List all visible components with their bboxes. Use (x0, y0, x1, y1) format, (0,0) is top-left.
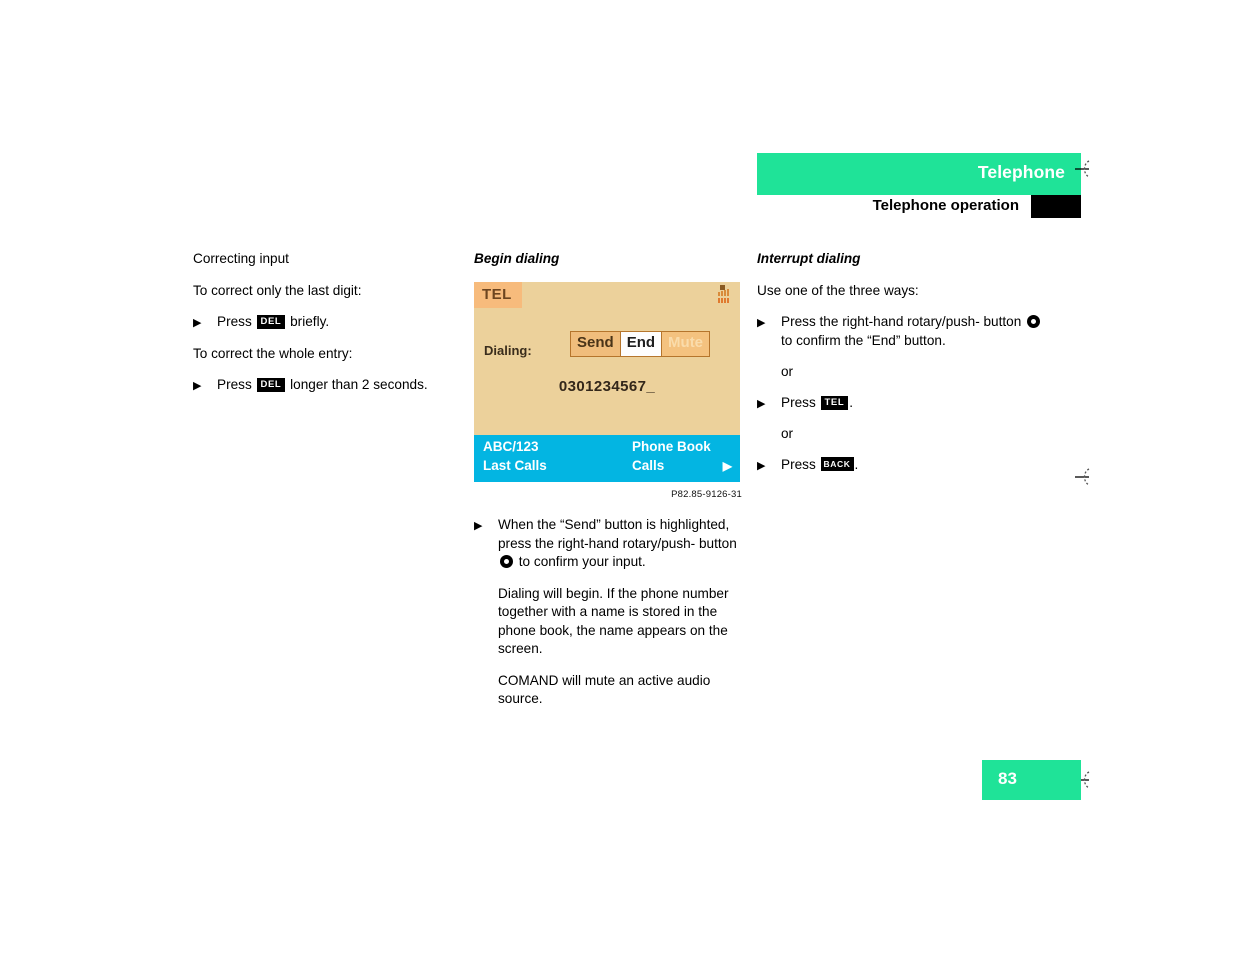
bullet-arrow-icon: ▶ (757, 459, 766, 472)
comand-send-button[interactable]: Send (571, 331, 621, 356)
del-keycap: DEL (256, 315, 286, 329)
right-or-2: or (781, 426, 794, 441)
scissors-cut-mark-icon (1073, 155, 1101, 183)
bullet-arrow-icon: ▶ (193, 380, 202, 392)
center-step-1-line-1: When the “Send” button is highlighted, (498, 517, 730, 532)
left-step-1-suffix: briefly. (290, 314, 330, 329)
center-column-heading: Begin dialing (474, 251, 560, 266)
right-step-1-line-2-suffix: to confirm the “End” button. (781, 332, 946, 348)
center-step-1-line-3-prefix: button (699, 535, 737, 551)
page-number-box: 83 (982, 760, 1081, 800)
section-title: Telephone operation (872, 197, 1019, 214)
left-step-2-prefix: Press (217, 377, 252, 392)
right-step-2-prefix: Press (781, 394, 816, 410)
left-intro-1: To correct only the last digit: (193, 282, 362, 298)
right-step-2-suffix: . (849, 394, 854, 410)
page-number: 83 (998, 769, 1017, 788)
center-step-1-line-2: press the right-hand rotary/push- (498, 535, 696, 551)
section-header-row: Telephone operation (757, 195, 1081, 218)
right-or-1: or (781, 364, 794, 379)
bullet-arrow-icon: ▶ (757, 317, 766, 329)
left-step-2-suffix: longer than 2 seconds. (290, 377, 428, 392)
left-step-2: ▶ Press DEL longer than 2 seconds. (193, 376, 461, 395)
rotary-push-knob-icon (500, 555, 513, 568)
section-thumb-index-tab (1031, 195, 1081, 218)
right-step-1-line-2-prefix: button (983, 314, 1022, 329)
comand-menu-phone-book[interactable]: Phone Book (632, 438, 711, 457)
left-step-1-prefix: Press (217, 314, 252, 329)
left-column-heading: Correcting input (193, 251, 289, 266)
tel-keycap: TEL (820, 395, 849, 410)
left-step-1: ▶ Press DEL briefly. (193, 313, 461, 332)
comand-bottom-menu-bar: ABC/123 Last Calls Phone Book Calls ▶ (474, 434, 740, 482)
right-step-3-prefix: Press (781, 456, 816, 472)
right-step-1-line-1: Press the right-hand rotary/push- (781, 314, 980, 329)
comand-dialing-label: Dialing: (484, 342, 532, 358)
comand-menu-calls[interactable]: Calls (632, 457, 664, 476)
right-intro: Use one of the three ways: (757, 282, 919, 298)
signal-strength-icon (716, 284, 732, 305)
comand-mute-button[interactable]: Mute (662, 331, 710, 356)
comand-dialed-number: 0301234567_ (558, 377, 656, 395)
left-intro-2: To correct the whole entry: (193, 345, 353, 361)
center-step-1: ▶ When the “Send” button is highlighted,… (474, 516, 742, 572)
comand-menu-next-arrow-icon[interactable]: ▶ (723, 457, 732, 476)
center-step-1-line-3-suffix: to confirm your input. (518, 554, 646, 569)
bullet-arrow-icon: ▶ (757, 397, 766, 410)
rotary-push-knob-icon (1027, 315, 1041, 328)
chapter-header-bar: Telephone (757, 153, 1081, 195)
right-step-3-suffix: . (854, 456, 859, 472)
comand-tel-label: TEL (482, 285, 512, 303)
comand-menu-abc123[interactable]: ABC/123 (483, 438, 539, 457)
comand-call-button-group: Send End Mute (570, 330, 711, 357)
center-text-column: Begin dialing TEL Dialing: Send End Mute… (474, 250, 742, 722)
right-column-heading: Interrupt dialing (757, 251, 861, 266)
right-text-column: Interrupt dialing Use one of the three w… (757, 250, 1047, 487)
del-keycap: DEL (256, 378, 286, 392)
right-step-3: ▶ Press BACK. (757, 456, 1047, 475)
scissors-cut-mark-icon (1073, 463, 1101, 491)
comand-menu-last-calls[interactable]: Last Calls (483, 457, 547, 476)
bullet-arrow-icon: ▶ (193, 317, 202, 329)
back-keycap: BACK (820, 456, 854, 471)
comand-display-figure: TEL Dialing: Send End Mute 0301234567_ A… (474, 281, 740, 482)
right-step-1: ▶ Press the right-hand rotary/push- butt… (757, 313, 1047, 350)
comand-end-button[interactable]: End (620, 331, 663, 356)
center-paragraph-2: COMAND will mute an active audio source. (498, 672, 711, 707)
bullet-arrow-icon: ▶ (474, 520, 483, 532)
comand-screen-main-area: TEL Dialing: Send End Mute 0301234567_ (474, 281, 740, 435)
center-paragraph-1: Dialing will begin. If the phone number … (498, 585, 729, 657)
figure-caption: P82.85-9126-31 (671, 488, 742, 500)
left-text-column: Correcting input To correct only the las… (193, 250, 461, 408)
right-step-2: ▶ Press TEL. (757, 394, 1047, 413)
chapter-title: Telephone (977, 162, 1065, 182)
